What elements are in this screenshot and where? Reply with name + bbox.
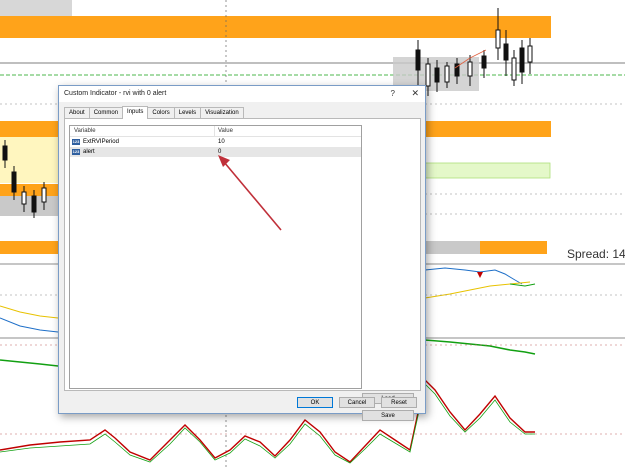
column-header-value: Value bbox=[218, 128, 233, 134]
dialog-title: Custom Indicator - rvi with 0 alert bbox=[64, 90, 167, 97]
column-separator bbox=[214, 126, 215, 136]
tab-inputs[interactable]: Inputs bbox=[122, 106, 149, 119]
ok-button[interactable]: OK bbox=[297, 397, 333, 408]
variable-name: alert bbox=[83, 149, 95, 155]
save-button[interactable]: Save bbox=[362, 410, 414, 421]
inputs-panel: Variable Value 123 ExtRVIPeriod 10 123 a… bbox=[64, 118, 421, 421]
column-header-variable: Variable bbox=[74, 128, 96, 134]
gray-block-3 bbox=[425, 241, 480, 254]
variable-value[interactable]: 10 bbox=[218, 139, 225, 145]
yellow-zone-left bbox=[0, 137, 60, 183]
reset-button[interactable]: Reset bbox=[381, 397, 417, 408]
int-icon: 123 bbox=[72, 149, 80, 155]
help-button[interactable]: ? bbox=[391, 89, 395, 98]
variable-name: ExtRVIPeriod bbox=[83, 139, 119, 145]
orange-small-left bbox=[0, 184, 58, 196]
inputs-grid: Variable Value 123 ExtRVIPeriod 10 123 a… bbox=[69, 125, 362, 389]
green-band bbox=[424, 162, 551, 179]
gray-zone-left bbox=[0, 196, 58, 216]
int-icon: 123 bbox=[72, 139, 80, 145]
table-row[interactable]: 123 alert 0 bbox=[70, 147, 361, 157]
grid-header: Variable Value bbox=[70, 126, 361, 137]
close-button[interactable]: ✕ bbox=[411, 88, 419, 99]
table-row[interactable]: 123 ExtRVIPeriod 10 bbox=[70, 137, 361, 147]
dialog-title-bar: Custom Indicator - rvi with 0 alert ? ✕ bbox=[59, 86, 425, 102]
cancel-button[interactable]: Cancel bbox=[339, 397, 375, 408]
spread-label: Spread: 14 bbox=[567, 247, 625, 261]
orange-band-1 bbox=[0, 16, 551, 38]
custom-indicator-dialog: Custom Indicator - rvi with 0 alert ? ✕ … bbox=[58, 85, 426, 421]
variable-value[interactable]: 0 bbox=[218, 149, 221, 155]
